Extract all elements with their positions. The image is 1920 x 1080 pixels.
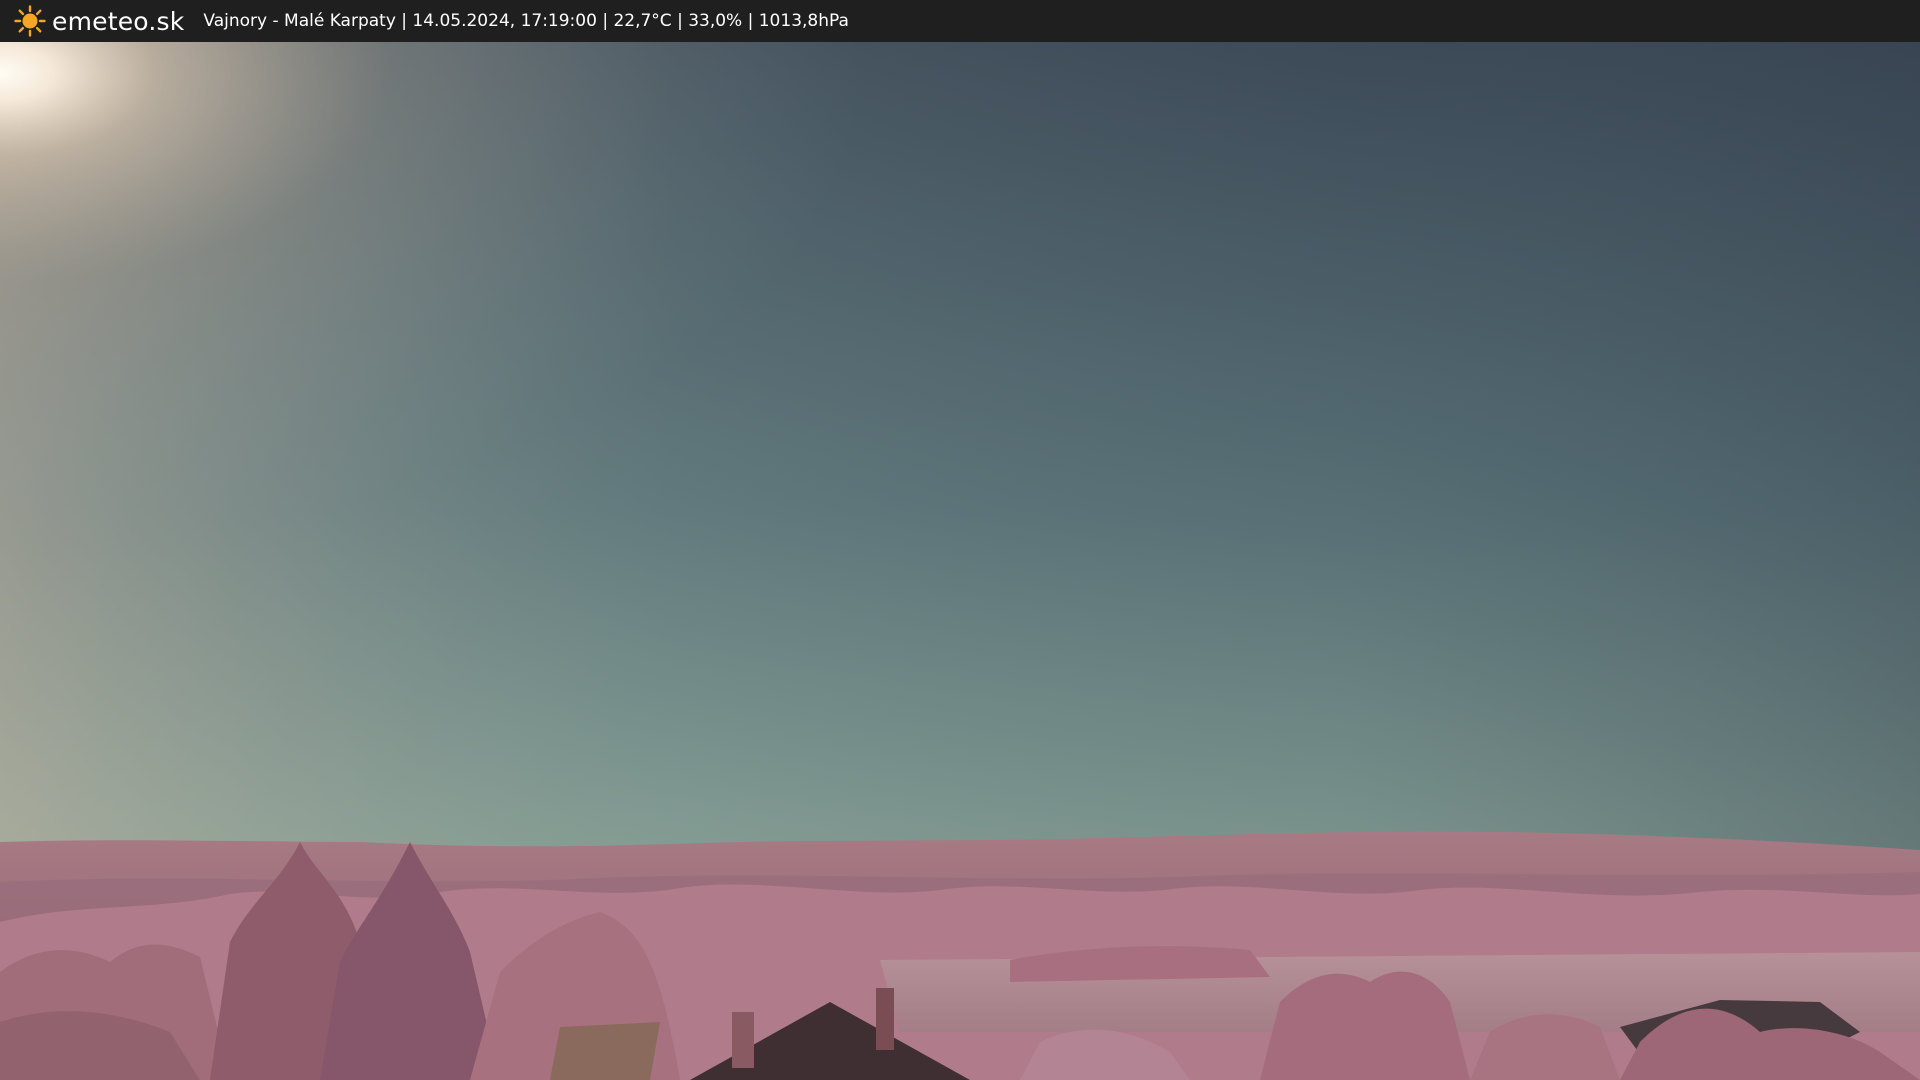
station-caption: Vajnory - Malé Karpaty | 14.05.2024, 17:…: [203, 11, 849, 31]
sun-icon: [14, 5, 46, 37]
site-name[interactable]: emeteo.sk: [52, 7, 184, 36]
header-bar: emeteo.sk Vajnory - Malé Karpaty | 14.05…: [0, 0, 1920, 42]
site-logo[interactable]: emeteo.sk: [14, 5, 184, 37]
webcam-image: [0, 42, 1920, 1080]
